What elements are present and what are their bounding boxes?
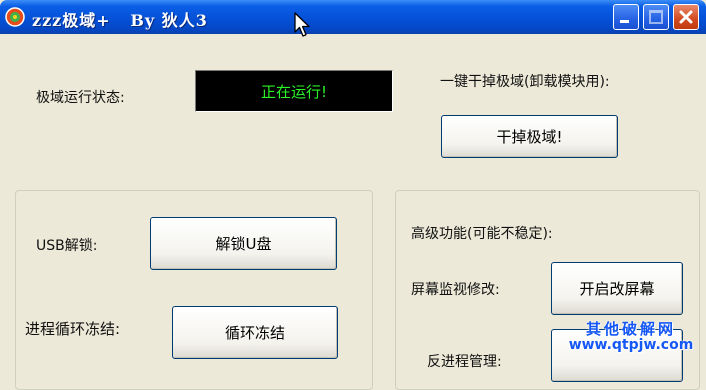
advanced-label: 高级功能(可能不稳定): (411, 226, 553, 242)
usb-label: USB解锁: (36, 238, 98, 254)
status-label: 极域运行状态: (36, 90, 125, 106)
minimize-icon (620, 20, 629, 23)
watermark-line1: 其他破解网 (585, 320, 676, 338)
window-title: zzz极域+ By 狄人3 (32, 11, 208, 30)
screen-modify-button[interactable]: 开启改屏幕 (551, 262, 683, 315)
maximize-icon (649, 10, 663, 24)
close-button[interactable] (673, 4, 699, 30)
minimize-button[interactable] (613, 4, 639, 30)
status-display: 正在运行! (195, 70, 393, 112)
title-bar[interactable]: zzz极域+ By 狄人3 (0, 0, 706, 34)
watermark: 其他破解网 www.qtpjw.com (561, 320, 701, 371)
watermark-line2: www.qtpjw.com (568, 336, 694, 353)
process-management-label: 反进程管理: (427, 354, 502, 370)
mouse-cursor-icon (294, 12, 310, 37)
kill-button[interactable]: 干掉极域! (441, 115, 618, 158)
freeze-button[interactable]: 循环冻结 (172, 306, 338, 359)
screen-monitor-label: 屏幕监视修改: (411, 282, 500, 298)
freeze-label: 进程循环冻结: (25, 320, 121, 338)
app-icon (5, 7, 25, 27)
close-icon (679, 10, 693, 24)
maximize-button[interactable] (643, 4, 669, 30)
usb-unlock-button[interactable]: 解锁U盘 (150, 217, 337, 270)
kill-label: 一键干掉极域(卸载模块用): (440, 74, 610, 90)
